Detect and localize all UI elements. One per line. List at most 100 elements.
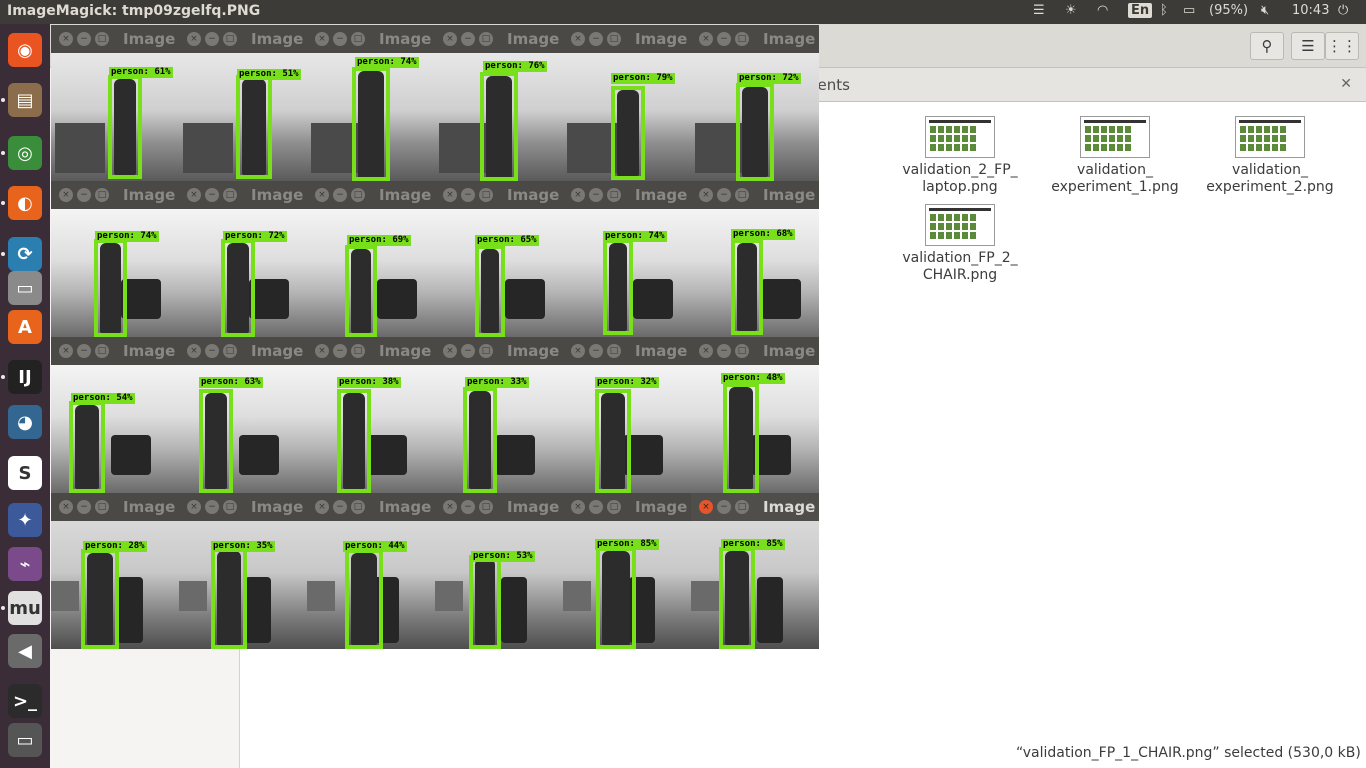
imagemagick-window[interactable]: × − □ Image person: 63% <box>179 337 307 493</box>
close-window-icon[interactable]: × <box>571 188 585 202</box>
maximize-window-icon[interactable]: □ <box>351 32 365 46</box>
imagemagick-window[interactable]: × − □ Image person: 85% <box>563 493 691 649</box>
close-window-icon[interactable]: × <box>59 32 73 46</box>
maximize-window-icon[interactable]: □ <box>479 344 493 358</box>
close-window-icon[interactable]: × <box>443 32 457 46</box>
window-titlebar[interactable]: × − □ Image <box>307 493 435 521</box>
launcher-item-sound[interactable]: ◀ <box>3 629 47 673</box>
maximize-window-icon[interactable]: □ <box>607 344 621 358</box>
volume-muted-icon[interactable]: 🔇︎ <box>1261 3 1269 18</box>
launcher-item-software-center[interactable]: A <box>3 305 47 349</box>
maximize-window-icon[interactable]: □ <box>223 188 237 202</box>
maximize-window-icon[interactable]: □ <box>607 32 621 46</box>
imagemagick-window[interactable]: × − □ Image person: 54% <box>51 337 179 493</box>
imagemagick-window[interactable]: × − □ Image person: 76% <box>435 25 563 181</box>
close-window-icon[interactable]: × <box>59 500 73 514</box>
maximize-window-icon[interactable]: □ <box>479 500 493 514</box>
battery-percentage[interactable]: (95%) <box>1209 3 1248 18</box>
imagemagick-window[interactable]: × − □ Image person: 79% <box>563 25 691 181</box>
launcher-item-postgres[interactable]: ◕ <box>3 400 47 444</box>
close-window-icon[interactable]: × <box>187 344 201 358</box>
grid-view-button[interactable]: ⋮⋮ <box>1325 32 1359 60</box>
window-titlebar[interactable]: × − □ Image <box>691 493 819 521</box>
maximize-window-icon[interactable]: □ <box>735 188 749 202</box>
window-titlebar[interactable]: × − □ Image <box>51 493 179 521</box>
close-window-icon[interactable]: × <box>315 188 329 202</box>
close-window-icon[interactable]: × <box>187 500 201 514</box>
window-titlebar[interactable]: × − □ Image <box>563 337 691 365</box>
imagemagick-window[interactable]: × − □ Image person: 72% <box>179 181 307 337</box>
imagemagick-window[interactable]: × − □ Image person: 48% <box>691 337 819 493</box>
imagemagick-window[interactable]: × − □ Image person: 53% <box>435 493 563 649</box>
launcher-item-usb[interactable]: ⌁ <box>3 542 47 586</box>
bluetooth-icon[interactable]: ᛒ <box>1160 3 1168 18</box>
close-window-icon[interactable]: × <box>699 500 713 514</box>
launcher-item-files[interactable]: ▤ <box>3 78 47 122</box>
imagemagick-window[interactable]: × − □ Image person: 68% <box>691 181 819 337</box>
window-titlebar[interactable]: × − □ Image <box>307 181 435 209</box>
minimize-window-icon[interactable]: − <box>333 188 347 202</box>
window-titlebar[interactable]: × − □ Image <box>307 25 435 53</box>
imagemagick-window[interactable]: × − □ Image person: 69% <box>307 181 435 337</box>
launcher-item-disk[interactable]: ▭ <box>3 266 47 310</box>
maximize-window-icon[interactable]: □ <box>351 344 365 358</box>
maximize-window-icon[interactable]: □ <box>223 344 237 358</box>
minimize-window-icon[interactable]: − <box>717 32 731 46</box>
launcher-item-terminal[interactable]: >_ <box>3 679 47 723</box>
launcher-item-electron[interactable]: ✦ <box>3 498 47 542</box>
maximize-window-icon[interactable]: □ <box>223 500 237 514</box>
imagemagick-window[interactable]: × − □ Image person: 74% <box>563 181 691 337</box>
close-window-icon[interactable]: × <box>443 188 457 202</box>
maximize-window-icon[interactable]: □ <box>735 500 749 514</box>
maximize-window-icon[interactable]: □ <box>95 500 109 514</box>
maximize-window-icon[interactable]: □ <box>735 32 749 46</box>
minimize-window-icon[interactable]: − <box>589 500 603 514</box>
close-window-icon[interactable]: × <box>443 500 457 514</box>
close-window-icon[interactable]: × <box>187 32 201 46</box>
clock[interactable]: 10:43 <box>1292 3 1329 18</box>
minimize-window-icon[interactable]: − <box>461 500 475 514</box>
minimize-window-icon[interactable]: − <box>77 32 91 46</box>
close-window-icon[interactable]: × <box>571 32 585 46</box>
window-titlebar[interactable]: × − □ Image <box>691 337 819 365</box>
maximize-window-icon[interactable]: □ <box>95 32 109 46</box>
minimize-window-icon[interactable]: − <box>589 344 603 358</box>
close-window-icon[interactable]: × <box>699 188 713 202</box>
maximize-window-icon[interactable]: □ <box>735 344 749 358</box>
launcher-item-chrome[interactable]: ◎ <box>3 131 47 175</box>
close-window-icon[interactable]: × <box>571 344 585 358</box>
imagemagick-window[interactable]: × − □ Image person: 38% <box>307 337 435 493</box>
launcher-item-display[interactable]: ▭ <box>3 718 47 762</box>
file-item[interactable]: validation_ experiment_1.png <box>1045 116 1185 196</box>
window-titlebar[interactable]: × − □ Image <box>435 25 563 53</box>
close-tab-icon[interactable]: ✕ <box>1340 76 1352 92</box>
window-titlebar[interactable]: × − □ Image <box>179 25 307 53</box>
window-titlebar[interactable]: × − □ Image <box>563 181 691 209</box>
imagemagick-window[interactable]: × − □ Image person: 72% <box>691 25 819 181</box>
power-icon[interactable]: ⏻ <box>1338 3 1348 18</box>
imagemagick-window[interactable]: × − □ Image person: 74% <box>307 25 435 181</box>
minimize-window-icon[interactable]: − <box>205 188 219 202</box>
wifi-icon[interactable]: ◠ <box>1097 3 1108 18</box>
window-titlebar[interactable]: × − □ Image <box>51 181 179 209</box>
file-item[interactable]: validation_2_FP_ laptop.png <box>890 116 1030 196</box>
minimize-window-icon[interactable]: − <box>205 500 219 514</box>
imagemagick-window[interactable]: × − □ Image person: 74% <box>51 181 179 337</box>
close-window-icon[interactable]: × <box>59 188 73 202</box>
list-view-button[interactable]: ☰ <box>1291 32 1325 60</box>
minimize-window-icon[interactable]: − <box>333 344 347 358</box>
close-window-icon[interactable]: × <box>315 32 329 46</box>
minimize-window-icon[interactable]: − <box>461 188 475 202</box>
imagemagick-window[interactable]: × − □ Image person: 61% <box>51 25 179 181</box>
imagemagick-window[interactable]: × − □ Image person: 44% <box>307 493 435 649</box>
window-titlebar[interactable]: × − □ Image <box>307 337 435 365</box>
minimize-window-icon[interactable]: − <box>589 32 603 46</box>
keyboard-layout-indicator[interactable]: En <box>1128 3 1153 18</box>
close-window-icon[interactable]: × <box>699 344 713 358</box>
imagemagick-window[interactable]: × − □ Image person: 33% <box>435 337 563 493</box>
imagemagick-window[interactable]: × − □ Image person: 32% <box>563 337 691 493</box>
launcher-item-intellij[interactable]: IJ <box>3 355 47 399</box>
launcher-item-slack[interactable]: S <box>3 451 47 495</box>
minimize-window-icon[interactable]: − <box>205 32 219 46</box>
window-titlebar[interactable]: × − □ Image <box>435 493 563 521</box>
